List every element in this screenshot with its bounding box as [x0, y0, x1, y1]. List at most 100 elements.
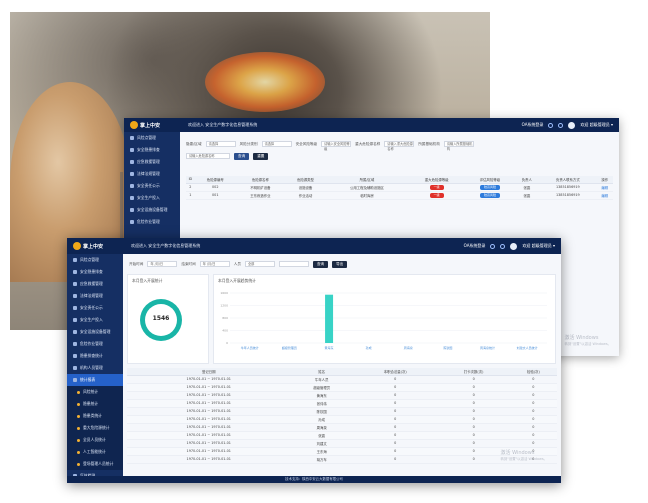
- menu-icon: [130, 196, 134, 200]
- sidebar-item[interactable]: 风险点管理: [67, 254, 123, 266]
- table-row[interactable]: 1970-01-01 ~ 1970-01-01 超级管理员 0 0 0: [127, 383, 557, 392]
- sidebar-item[interactable]: 隐患排查统计: [67, 350, 123, 362]
- table-row[interactable]: 1970-01-01 ~ 1970-01-01 孙成 0 0 0: [127, 415, 557, 424]
- person-select[interactable]: 全部: [244, 261, 275, 267]
- y-tick-label: 0: [226, 341, 228, 345]
- edit-link[interactable]: 编辑: [601, 186, 608, 190]
- user-menu[interactable]: 欢迎 超级管理员 ▾: [522, 243, 555, 249]
- sidebar-item[interactable]: 统计报表: [67, 374, 123, 386]
- column-header: 评估风险等级: [465, 176, 515, 184]
- topbar-right: OA系统登录 欢迎 超级管理员 ▾: [464, 242, 561, 250]
- x-tick-label: 周海泉: [404, 345, 413, 350]
- table-cell: 1970-01-01 ~ 1970-01-01: [127, 455, 291, 464]
- export-button[interactable]: 导出: [332, 260, 348, 268]
- table-cell: 0: [437, 391, 510, 400]
- sidebar-item[interactable]: 安全生产投入: [124, 192, 180, 204]
- oa-login-link[interactable]: OA系统登录: [464, 243, 486, 249]
- filter-input[interactable]: 请选择: [261, 141, 292, 147]
- start-date-input[interactable]: 年 /月/日: [147, 261, 178, 267]
- table-cell: 临时库房: [325, 191, 408, 200]
- table-cell: 0: [509, 407, 557, 416]
- sidebar-item[interactable]: 安全隐患排查: [67, 266, 123, 278]
- sidebar-subitem[interactable]: 风险统计: [67, 386, 123, 398]
- table-cell: 黄海东: [290, 391, 353, 400]
- table-cell: 2: [186, 183, 195, 192]
- back-logo: 掌上中安: [124, 121, 180, 129]
- sidebar-item[interactable]: 危险作业管理: [124, 216, 180, 228]
- settings-icon[interactable]: [500, 243, 506, 249]
- filter-input[interactable]: 请输入重大危险源名称: [384, 141, 415, 151]
- refresh-icon[interactable]: [490, 243, 496, 249]
- edit-link[interactable]: 编辑: [601, 194, 608, 198]
- table-row[interactable]: 1970-01-01 ~ 1970-01-01 牛年人员 0 0 0: [127, 375, 557, 384]
- table-row[interactable]: 1970-01-01 ~ 1970-01-01 张伟伟 0 0 0: [127, 399, 557, 408]
- table-row[interactable]: 1970-01-01 ~ 1970-01-01 黄海东 0 0 0: [127, 391, 557, 400]
- sidebar-item-label: 隐患统计: [83, 401, 99, 406]
- filter-input[interactable]: 请输入所属基础机构: [443, 141, 474, 151]
- settings-icon[interactable]: [558, 122, 564, 128]
- sidebar-item-label: 应急救援管理: [137, 159, 160, 164]
- filter-input[interactable]: 请输入安全风险等级: [321, 141, 352, 151]
- sidebar-subitem[interactable]: 人工智能统计: [67, 446, 123, 458]
- sidebar-item[interactable]: 安全隐患排查: [124, 144, 180, 156]
- sidebar-item[interactable]: 应急救援管理: [67, 278, 123, 290]
- y-tick-label: 1200: [220, 304, 228, 308]
- filter-input[interactable]: 请选择: [205, 141, 236, 147]
- sidebar-subitem[interactable]: 登场管理人员统计: [67, 458, 123, 470]
- sidebar-item[interactable]: 安全设施设备管理: [67, 326, 123, 338]
- table-row[interactable]: 1 001 王东炼造作业 作业活动 临时库房 一级 较高风险 张震 13851856919 编辑: [186, 191, 613, 200]
- avatar[interactable]: [510, 242, 518, 250]
- bullet-icon: [77, 402, 80, 406]
- sidebar-item[interactable]: 安全责任公示: [67, 302, 123, 314]
- sidebar-subitem[interactable]: 隐患类统计: [67, 410, 123, 422]
- sidebar-item[interactable]: 安全生产投入: [67, 314, 123, 326]
- x-tick-label: 孙成: [366, 345, 372, 350]
- column-header: 危险源编号: [194, 176, 236, 184]
- sidebar-item[interactable]: 法律法规管理: [124, 168, 180, 180]
- table-cell: 牛年人员: [290, 375, 353, 384]
- table-cell: 1970-01-01 ~ 1970-01-01: [127, 399, 291, 408]
- table-cell: 0: [437, 407, 510, 416]
- sidebar-subitem[interactable]: 全员人员统计: [67, 434, 123, 446]
- sidebar-subitem[interactable]: 重大危险源统计: [67, 422, 123, 434]
- cell-text: 001: [212, 193, 219, 197]
- back-filters: 隐患/区域 请选择 风险分类别 请选择 安全风险等级 请输入安全风险等级 重大危险源名称 请输…: [186, 138, 613, 162]
- refresh-icon[interactable]: [548, 122, 554, 128]
- user-menu[interactable]: 欢迎 超级管理员 ▾: [580, 122, 613, 128]
- column-header: 打卡次数(次): [437, 368, 510, 376]
- search-button[interactable]: 查询: [234, 152, 250, 160]
- sidebar-subitem[interactable]: 隐患统计: [67, 398, 123, 410]
- table-row[interactable]: 1970-01-01 ~ 1970-01-01 周海泉 0 0 0: [127, 423, 557, 432]
- table-row[interactable]: 1970-01-01 ~ 1970-01-01 王东海 0 0 0: [127, 447, 557, 456]
- cell-text: 王东炼造作业: [250, 193, 271, 198]
- person-select-2[interactable]: [278, 261, 309, 267]
- table-cell: 王东海: [290, 447, 353, 456]
- table-row[interactable]: 1970-01-01 ~ 1970-01-01 胡万车 0 0 0: [127, 455, 557, 464]
- table-row[interactable]: 1970-01-01 ~ 1970-01-01 陈钦国 0 0 0: [127, 407, 557, 416]
- watermark-line: 激活 Windows: [500, 450, 535, 456]
- table-cell: 较高风险: [465, 191, 515, 200]
- reset-button[interactable]: 重置: [253, 152, 269, 160]
- sidebar-item[interactable]: 危险作业管理: [67, 338, 123, 350]
- sidebar-item[interactable]: 机构人员管理: [67, 362, 123, 374]
- sidebar-item[interactable]: 应急救援管理: [124, 156, 180, 168]
- table-row[interactable]: 2 002 不明机矿设备 设施设备 公用工程及辅助设施区 一级 较高风险 张震 13851856…: [186, 183, 613, 192]
- table-row[interactable]: 1970-01-01 ~ 1970-01-01 刘建文 0 0 0: [127, 439, 557, 448]
- table-cell: 1970-01-01 ~ 1970-01-01: [127, 383, 291, 392]
- table-cell: 较高风险: [465, 183, 515, 192]
- sidebar-item[interactable]: 风险点管理: [124, 132, 180, 144]
- avatar[interactable]: [568, 121, 576, 129]
- column-header: 检验(次): [509, 368, 557, 376]
- table-row[interactable]: 1970-01-01 ~ 1970-01-01 张震 0 0 0: [127, 431, 557, 440]
- table-cell: 周海泉: [290, 423, 353, 432]
- table-cell: 0: [437, 423, 510, 432]
- search-button[interactable]: 查询: [312, 260, 329, 268]
- sidebar-item[interactable]: 安全设施设备管理: [124, 204, 180, 216]
- sidebar-item[interactable]: 安全责任公示: [124, 180, 180, 192]
- hazard-name-input[interactable]: 请输入危险源名称: [186, 153, 230, 159]
- oa-login-link[interactable]: OA系统登录: [522, 122, 544, 128]
- bar[interactable]: [325, 294, 334, 343]
- end-date-input[interactable]: 年 /月/日: [199, 261, 230, 267]
- risk-tag: 较高风险: [479, 192, 500, 198]
- sidebar-item[interactable]: 法律法规管理: [67, 290, 123, 302]
